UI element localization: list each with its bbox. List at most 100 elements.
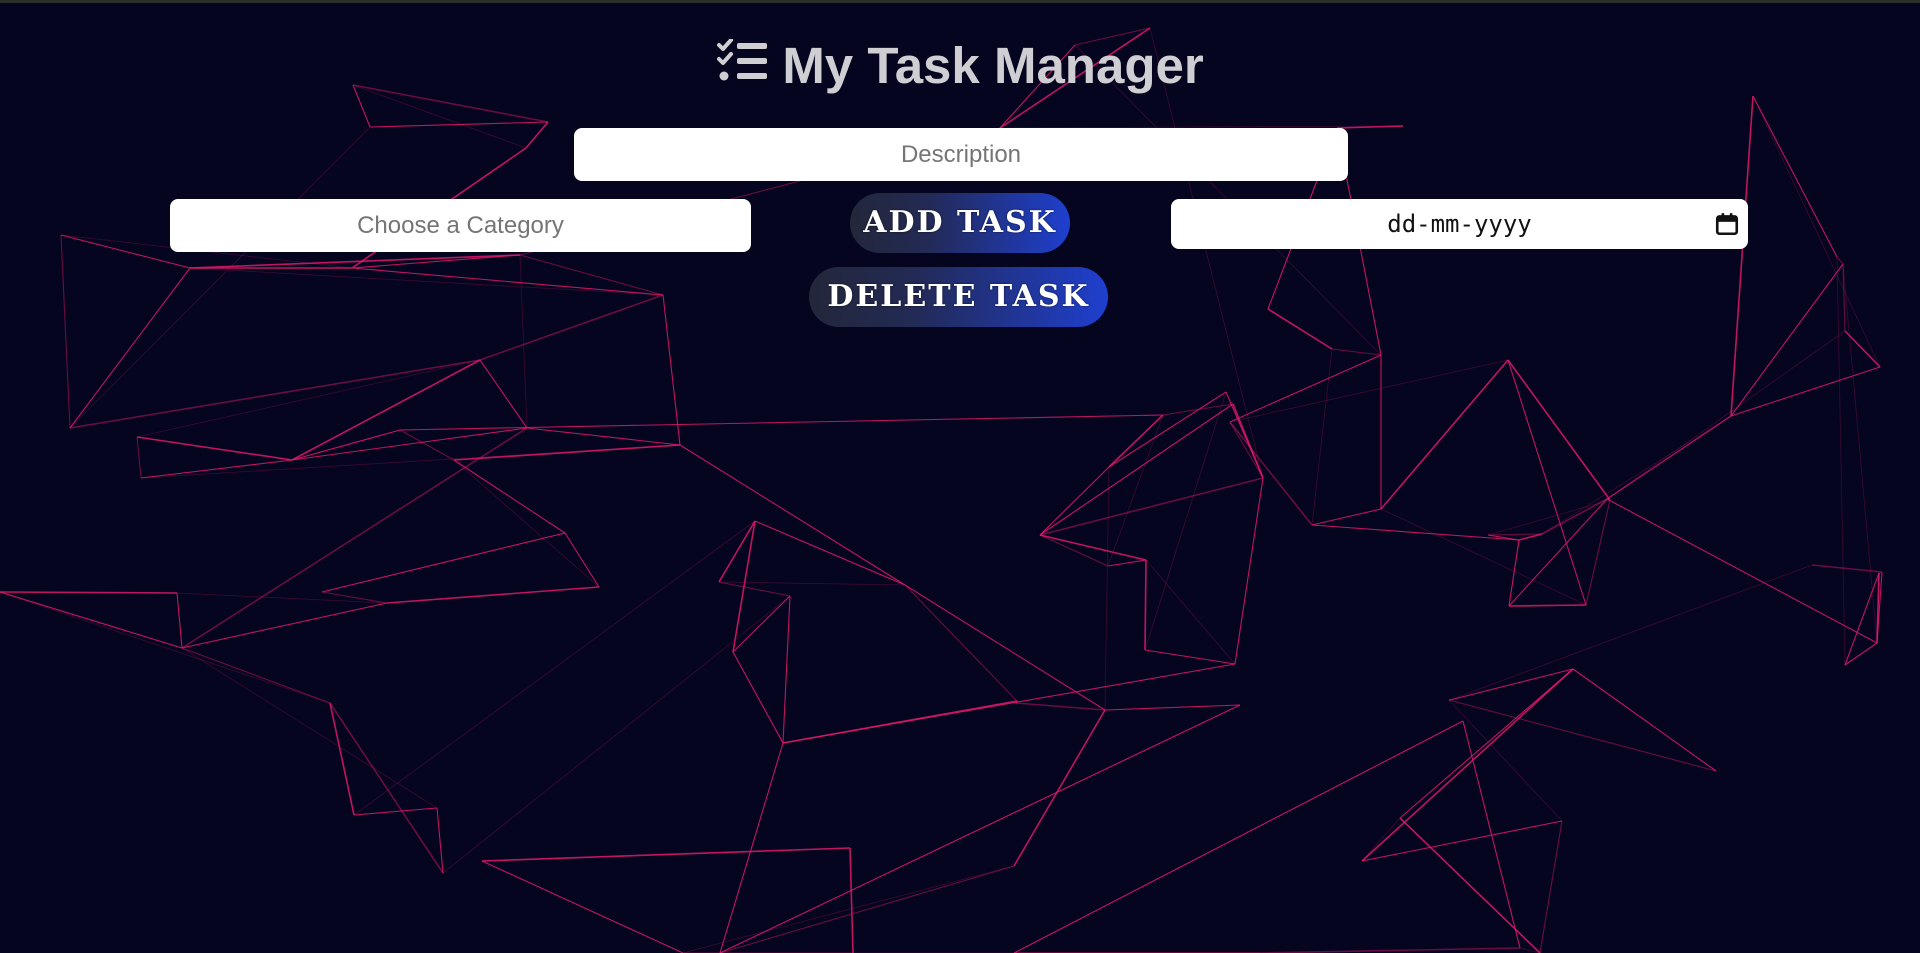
network-line <box>1039 466 1110 536</box>
network-line <box>353 807 438 816</box>
network-line <box>1508 604 1587 607</box>
calendar-icon[interactable] <box>1714 211 1740 242</box>
network-line-faint <box>321 532 566 593</box>
network-line <box>1104 704 1241 711</box>
network-line-faint <box>1606 330 1846 500</box>
network-line <box>1039 534 1147 561</box>
network-line <box>1730 95 1754 417</box>
network-line <box>1585 499 1611 606</box>
network-line <box>1107 559 1147 567</box>
network-line <box>1331 348 1382 356</box>
network-line-faint <box>1380 508 1587 606</box>
network-line <box>479 359 528 429</box>
network-line <box>1229 421 1313 526</box>
network-line <box>1752 95 1838 258</box>
network-line <box>904 584 1106 711</box>
network-line <box>436 807 444 874</box>
network-line <box>1108 391 1227 468</box>
network-line-faint <box>0 591 331 704</box>
network-line <box>1730 366 1881 417</box>
network-line <box>176 592 183 649</box>
network-line <box>1462 720 1521 949</box>
network-line <box>564 532 600 588</box>
network-line <box>1844 572 1880 666</box>
network-line <box>904 584 1018 702</box>
network-line <box>719 742 784 953</box>
network-line-faint <box>291 429 401 461</box>
network-line-faint <box>1842 263 1878 644</box>
network-line <box>399 429 455 461</box>
network-line-faint <box>1104 466 1110 711</box>
network-line-faint <box>719 704 1241 953</box>
network-line <box>718 581 791 597</box>
network-line <box>1232 403 1264 479</box>
network-line <box>136 436 142 479</box>
due-date-input[interactable]: dd-mm-yyyy <box>1171 199 1748 249</box>
network-line-faint <box>69 126 371 429</box>
network-line-faint <box>718 581 906 586</box>
network-line <box>1361 668 1574 862</box>
add-task-button[interactable]: ADD TASK <box>850 193 1070 253</box>
network-line <box>329 702 444 874</box>
network-line-faint <box>1541 415 1732 535</box>
network-line <box>69 359 481 429</box>
network-line-faint <box>1836 256 1846 666</box>
checklist-icon <box>716 36 768 96</box>
network-line <box>525 121 549 149</box>
network-line-faint <box>442 595 791 874</box>
description-input[interactable] <box>574 128 1348 181</box>
network-line <box>1013 709 1106 867</box>
network-line-faint <box>1145 559 1236 665</box>
network-line <box>1507 359 1587 606</box>
network-line <box>782 595 791 744</box>
network-line <box>1267 308 1333 350</box>
network-line <box>1144 649 1236 665</box>
network-line <box>782 663 1236 744</box>
network-line <box>1606 498 1878 644</box>
network-line-faint <box>1311 348 1333 526</box>
network-line <box>0 591 183 649</box>
network-line-faint <box>189 267 664 296</box>
network-line-faint <box>1107 414 1164 567</box>
page-title: My Task Manager <box>0 36 1920 96</box>
network-line <box>481 860 684 953</box>
network-line <box>1836 256 1844 265</box>
network-line-faint <box>1229 359 1509 423</box>
network-line <box>181 427 528 649</box>
network-line <box>1448 699 1717 772</box>
network-line <box>1108 414 1164 468</box>
network-line <box>849 847 854 953</box>
network-line <box>1311 508 1382 526</box>
network-line <box>1487 533 1543 536</box>
network-line <box>1606 415 1732 500</box>
network-line <box>1234 477 1264 665</box>
network-line-faint <box>136 359 481 438</box>
network-line-faint <box>1752 95 1881 368</box>
network-line-faint <box>481 847 851 862</box>
network-line <box>719 865 1015 953</box>
network-line <box>69 267 191 429</box>
category-input[interactable] <box>170 199 751 252</box>
network-line <box>662 294 681 446</box>
network-line-faint <box>453 459 600 588</box>
network-line <box>1507 359 1611 501</box>
network-line <box>1039 534 1109 567</box>
network-line <box>1015 702 1106 711</box>
network-line-faint <box>1572 668 1717 772</box>
network-line-faint <box>181 647 438 809</box>
network-line <box>754 520 906 586</box>
network-line <box>386 586 600 604</box>
network-line <box>399 414 1164 431</box>
network-line <box>1730 263 1844 417</box>
network-line <box>1380 359 1509 510</box>
network-line-faint <box>1449 564 1813 701</box>
network-line <box>1399 817 1541 953</box>
network-line-faint <box>353 520 756 816</box>
network-line <box>1844 642 1878 666</box>
page-title-text: My Task Manager <box>782 37 1204 94</box>
network-line <box>1039 477 1264 536</box>
network-line-faint <box>519 254 528 429</box>
network-line <box>479 294 664 361</box>
network-line <box>1539 820 1563 953</box>
delete-task-button[interactable]: DELETE TASK <box>809 267 1108 327</box>
